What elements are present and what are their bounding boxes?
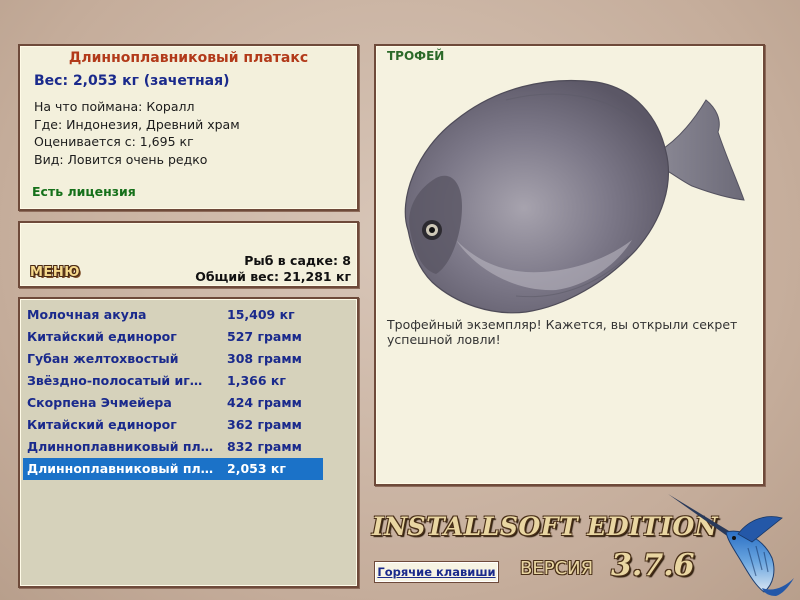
fish-rarity: Вид: Ловится очень редко — [34, 151, 208, 167]
catch-weight: 15,409 кг — [227, 307, 295, 322]
trophy-panel: ТРОФЕЙ Трофейный экземпляр! Кажется, вы … — [374, 44, 765, 486]
fish-bait: На что поймана: Коралл — [34, 99, 195, 114]
list-item[interactable]: Скорпена Эчмейера 424 грамм — [23, 392, 323, 414]
catch-name: Звёздно-полосатый иг… — [27, 373, 203, 388]
list-item[interactable]: Китайский единорог 362 грамм — [23, 414, 323, 436]
fish-name-title: Длинноплавниковый платакс — [68, 50, 309, 66]
fish-weight: Вес: 2,053 кг (зачетная) — [34, 73, 230, 89]
catch-list-panel: Молочная акула 15,409 кг Китайский единор… — [18, 297, 359, 588]
catch-name: Китайский единорог — [27, 329, 177, 344]
fish-details: На что поймана: Коралл Где: Индонезия, Д… — [34, 98, 240, 168]
license-status: Есть лицензия — [32, 184, 136, 199]
catch-name: Губан желтохвостый — [27, 351, 179, 366]
list-item-selected[interactable]: Длинноплавниковый пл… 2,053 кг — [23, 458, 323, 480]
catch-name: Скорпена Эчмейера — [27, 395, 172, 410]
menu-button[interactable]: МЕНЮ — [30, 265, 80, 280]
catch-weight: 308 грамм — [227, 351, 302, 366]
list-item[interactable]: Длинноплавниковый пл… 832 грамм — [23, 436, 323, 458]
list-item[interactable]: Молочная акула 15,409 кг — [23, 304, 323, 326]
fish-valued-from: Оценивается с: 1,695 кг — [34, 134, 194, 149]
fish-info-panel: Длинноплавниковый платакс Вес: 2,053 кг … — [18, 44, 359, 211]
hotkeys-button[interactable]: Горячие клавиши — [374, 561, 499, 583]
list-item[interactable]: Звёздно-полосатый иг… 1,366 кг — [23, 370, 323, 392]
catch-name: Молочная акула — [27, 307, 147, 322]
catch-name: Длинноплавниковый пл… — [27, 461, 214, 476]
menu-panel: МЕНЮ Рыб в садке: 8 Общий вес: 21,281 кг — [18, 221, 359, 288]
list-item[interactable]: Китайский единорог 527 грамм — [23, 326, 323, 348]
catch-weight: 2,053 кг — [227, 461, 286, 476]
fish-location: Где: Индонезия, Древний храм — [34, 116, 240, 132]
catch-weight: 832 грамм — [227, 439, 302, 454]
net-stats: Рыб в садке: 8 Общий вес: 21,281 кг — [195, 253, 351, 285]
catch-name: Китайский единорог — [27, 417, 177, 432]
catch-weight: 1,366 кг — [227, 373, 286, 388]
trophy-message: Трофейный экземпляр! Кажется, вы открыли… — [387, 317, 738, 347]
catch-weight: 527 грамм — [227, 329, 302, 344]
catch-name: Длинноплавниковый пл… — [27, 439, 214, 454]
fish-in-net-count: Рыб в садке: 8 — [244, 253, 351, 268]
list-item[interactable]: Губан желтохвостый 308 грамм — [23, 348, 323, 370]
catch-weight: 424 грамм — [227, 395, 302, 410]
marlin-icon — [668, 494, 794, 596]
version-label: ВЕРСИЯ — [520, 558, 594, 579]
total-weight: Общий вес: 21,281 кг — [195, 269, 351, 284]
catch-list: Молочная акула 15,409 кг Китайский единор… — [23, 304, 323, 480]
batfish-image — [404, 79, 745, 314]
catch-weight: 362 грамм — [227, 417, 302, 432]
